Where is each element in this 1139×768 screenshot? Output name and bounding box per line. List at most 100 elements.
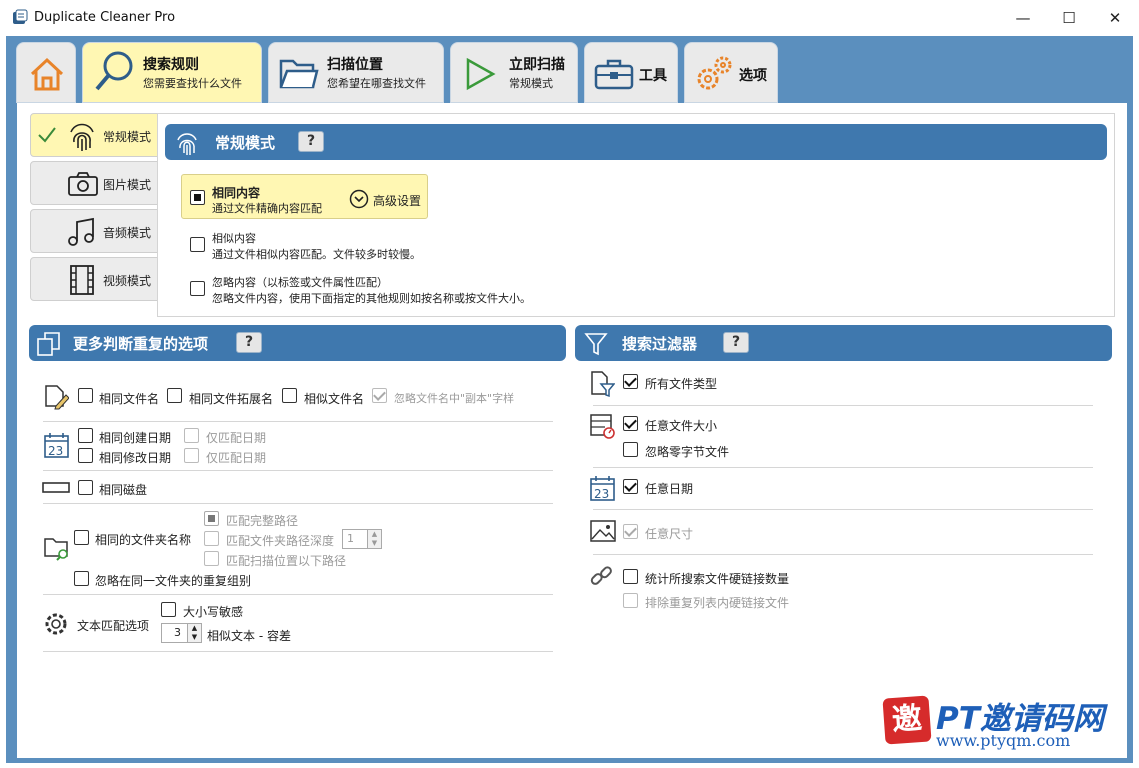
svg-text:23: 23 [594, 487, 609, 501]
tab-home[interactable] [16, 42, 76, 103]
mode-audio[interactable]: 音频模式 [30, 209, 158, 253]
frame-right [1127, 103, 1133, 763]
ignore-same-folder-checkbox[interactable] [74, 571, 89, 586]
option-desc: 通过文件相似内容匹配。文件较多时较慢。 [212, 248, 421, 261]
help-button[interactable]: ? [723, 332, 749, 353]
checkbox-label: 忽略文件名中"副本"字样 [394, 392, 515, 405]
mode-label: 视频模式 [103, 274, 152, 288]
search-filters-header: 搜索过滤器 ? [575, 325, 1112, 361]
only-date-created-checkbox[interactable] [184, 428, 199, 443]
same-modified-date-checkbox[interactable] [78, 448, 93, 463]
exclude-hardlinks-checkbox[interactable] [623, 593, 638, 608]
depth-spinner[interactable]: 1 ▲ ▼ [342, 529, 382, 549]
mode-standard[interactable]: 常规模式 [30, 113, 158, 157]
ignore-copy-checkbox[interactable] [372, 388, 387, 403]
match-below-radio[interactable] [204, 551, 219, 566]
music-note-icon [68, 217, 94, 246]
checkbox-label: 相同修改日期 [99, 451, 172, 465]
checkbox-label: 任意尺寸 [645, 527, 694, 541]
same-folder-name-checkbox[interactable] [74, 530, 89, 545]
divider [593, 467, 1093, 468]
folder-icon [279, 59, 319, 89]
checkbox-label: 相似文件名 [304, 392, 365, 406]
divider [43, 421, 553, 422]
spinner-value: 1 [347, 532, 354, 545]
count-hardlinks-checkbox[interactable] [623, 569, 638, 584]
checkbox-label: 仅匹配日期 [206, 451, 267, 465]
similar-content-radio[interactable] [190, 237, 205, 252]
edit-file-icon [45, 385, 69, 410]
option-title: 相同内容 [212, 186, 261, 200]
case-sensitive-checkbox[interactable] [161, 602, 176, 617]
tab-title: 工具 [639, 68, 667, 84]
check-icon [38, 127, 56, 143]
spinner-arrows[interactable]: ▲ ▼ [187, 624, 201, 642]
tab-title: 搜索规则 [143, 57, 199, 73]
mode-image[interactable]: 图片模式 [30, 161, 158, 205]
toolbox-icon [594, 59, 634, 90]
option-title: 忽略内容（以标签或文件属性匹配） [212, 276, 388, 289]
any-dimension-checkbox[interactable] [623, 524, 638, 539]
advanced-settings-link[interactable]: 高级设置 [373, 192, 421, 209]
divider [43, 594, 553, 595]
tab-search-rules[interactable]: 搜索规则 您需要查找什么文件 [82, 42, 262, 103]
close-button[interactable]: ✕ [1092, 0, 1138, 36]
fingerprint-icon [177, 133, 197, 155]
divider [593, 509, 1093, 510]
minimize-button[interactable]: — [1000, 0, 1046, 36]
link-icon [590, 566, 612, 585]
radio-label: 匹配完整路径 [226, 514, 299, 528]
section-title: 搜索过滤器 [622, 335, 698, 353]
same-disk-checkbox[interactable] [78, 480, 93, 495]
same-extension-checkbox[interactable] [167, 388, 182, 403]
checkbox-label: 任意日期 [645, 482, 694, 496]
tab-scan-location[interactable]: 扫描位置 您希望在哪查找文件 [268, 42, 444, 103]
any-date-checkbox[interactable] [623, 479, 638, 494]
file-size-icon [590, 414, 615, 439]
help-button[interactable]: ? [298, 131, 324, 152]
checkbox-label: 忽略在同一文件夹的重复组别 [95, 574, 252, 588]
tab-options[interactable]: 选项 [684, 42, 778, 103]
checkbox-label: 相同磁盘 [99, 483, 148, 497]
match-depth-radio[interactable] [204, 531, 219, 546]
tab-scan-now[interactable]: 立即扫描 常规模式 [450, 42, 578, 103]
similar-filename-checkbox[interactable] [282, 388, 297, 403]
help-button[interactable]: ? [236, 332, 262, 353]
match-full-path-radio[interactable] [204, 511, 219, 526]
any-file-size-checkbox[interactable] [623, 416, 638, 431]
only-date-modified-checkbox[interactable] [184, 448, 199, 463]
tolerance-spinner[interactable]: 3 ▲ ▼ [161, 623, 202, 643]
mode-video[interactable]: 视频模式 [30, 257, 158, 301]
folder-search-icon [44, 538, 68, 561]
tab-subtitle: 您需要查找什么文件 [143, 77, 242, 90]
divider [593, 554, 1093, 555]
checkbox-label: 排除重复列表内硬链接文件 [645, 596, 790, 610]
divider [43, 470, 553, 471]
calendar-icon: 23 [44, 433, 69, 458]
tab-title: 选项 [739, 68, 767, 84]
watermark-seal: 邀 [882, 695, 932, 745]
app-icon [13, 9, 28, 24]
mode-label: 音频模式 [103, 226, 152, 240]
all-file-types-checkbox[interactable] [623, 374, 638, 389]
tab-tools[interactable]: 工具 [584, 42, 678, 103]
ignore-content-radio[interactable] [190, 281, 205, 296]
chevron-down-icon[interactable] [349, 189, 369, 209]
checkbox-label: 统计所搜索文件硬链接数量 [645, 572, 790, 586]
camera-icon [68, 172, 98, 196]
checkbox-label: 相同文件名 [99, 392, 160, 406]
exact-content-radio[interactable] [190, 190, 205, 205]
filter-icon [584, 333, 608, 356]
same-created-date-checkbox[interactable] [78, 428, 93, 443]
tab-title: 扫描位置 [327, 57, 383, 73]
watermark-url: www.ptyqm.com [936, 731, 1071, 750]
disk-icon [42, 482, 70, 493]
gears-icon [697, 56, 732, 90]
divider [43, 503, 553, 504]
window-title: Duplicate Cleaner Pro [34, 10, 176, 25]
same-filename-checkbox[interactable] [78, 388, 93, 403]
maximize-button[interactable]: ☐ [1046, 0, 1092, 36]
standard-mode-header: 常规模式 ? [165, 124, 1107, 160]
spinner-arrows[interactable]: ▲ ▼ [367, 530, 381, 548]
ignore-zero-byte-checkbox[interactable] [623, 442, 638, 457]
